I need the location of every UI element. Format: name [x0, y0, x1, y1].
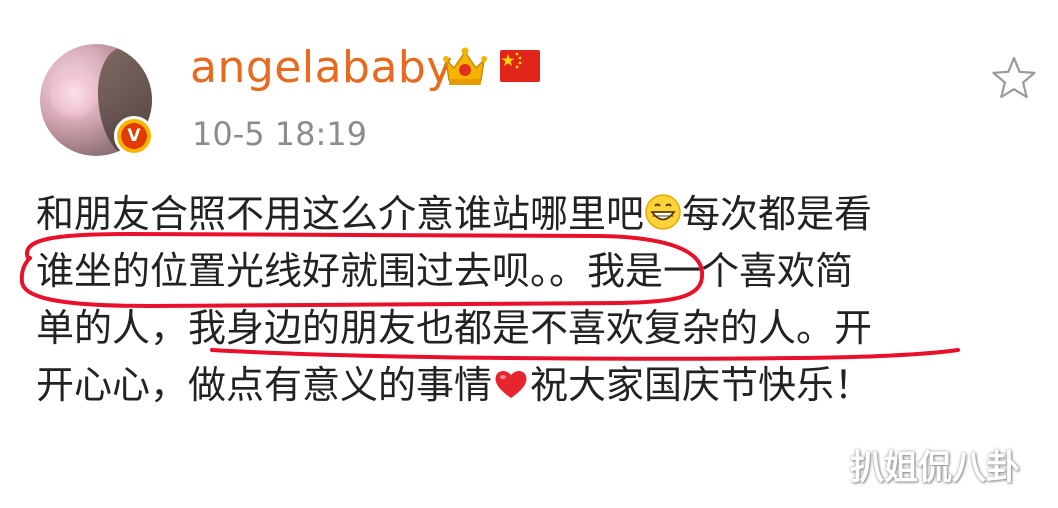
post-timestamp[interactable]: 10-5 18:19 [192, 115, 367, 153]
crown-icon [443, 47, 487, 85]
star-outline-icon[interactable] [990, 54, 1038, 102]
username[interactable]: angelababy [190, 42, 453, 93]
avatar-blossom [50, 66, 98, 120]
watermark: 扒姐侃八卦 [850, 448, 1020, 488]
grin-emoji-icon [645, 194, 681, 230]
content-line: 开心心，做点有意义的事情 祝大家国庆节快乐！ [36, 363, 873, 407]
heart-emoji-icon [495, 370, 527, 398]
post-content: 和朋友合照不用这么介意谁站哪里吧 每次都是看 谁坐的位置光线好就围过去呗。。我是… [36, 186, 1036, 414]
china-flag-icon [500, 50, 540, 82]
content-line: 单的人，我身边的朋友也都是不喜欢复杂的人。开 [36, 306, 873, 350]
content-line: 和朋友合照不用这么介意谁站哪里吧 每次都是看 [36, 192, 873, 236]
verified-badge-icon: V [114, 116, 154, 156]
content-line: 谁坐的位置光线好就围过去呗。。我是一个喜欢简 [36, 249, 854, 293]
